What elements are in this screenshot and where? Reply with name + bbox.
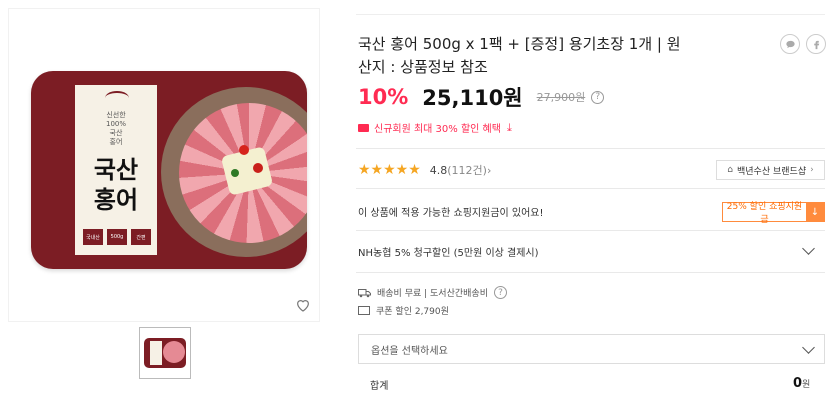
coupon-discount-row: 쿠폰 할인 2,790원 bbox=[358, 304, 449, 317]
chili-image bbox=[253, 163, 263, 173]
pepper-image bbox=[231, 169, 239, 177]
divider bbox=[356, 148, 825, 149]
top-divider bbox=[356, 14, 825, 15]
thumbnail-fish bbox=[163, 341, 185, 363]
help-icon[interactable]: ? bbox=[591, 90, 605, 104]
thumbnail-tray-image bbox=[144, 338, 186, 368]
coupon-text: 신규회원 최대 30% 할인 혜택 bbox=[374, 124, 501, 135]
divider bbox=[356, 230, 825, 231]
star-rating-icon: ★★★★★ bbox=[358, 162, 421, 178]
shopping-support-button[interactable]: 25% 할인 쇼핑지원금 ↓ bbox=[722, 202, 825, 225]
home-icon: ⌂ bbox=[727, 165, 733, 175]
brand-logo-icon bbox=[105, 91, 129, 105]
help-icon[interactable]: ? bbox=[493, 286, 507, 299]
label-small-text: 신선한 100% 국산 홍어 bbox=[105, 111, 126, 146]
rating-score: 4.8 bbox=[429, 163, 448, 177]
coupon-discount-text: 쿠폰 할인 2,790원 bbox=[376, 307, 449, 317]
label-tag: 500g bbox=[107, 229, 127, 245]
shipping-text: 배송비 무료 | 도서산간배송비 bbox=[377, 289, 488, 299]
label-tag: 국내산 bbox=[83, 229, 103, 245]
divider bbox=[356, 272, 825, 273]
thumbnail-label bbox=[150, 341, 162, 365]
tray-label: 신선한 100% 국산 홍어 국산 홍어 국내산 500g 간편 bbox=[75, 85, 157, 255]
speech-bubble-icon[interactable] bbox=[780, 34, 800, 54]
download-icon: ↓ bbox=[806, 203, 824, 221]
product-main-image: 신선한 100% 국산 홍어 국산 홍어 국내산 500g 간편 bbox=[8, 8, 320, 322]
discount-rate: 10% bbox=[358, 85, 409, 109]
product-thumbnail[interactable] bbox=[139, 327, 191, 379]
label-tag: 간편 bbox=[131, 229, 151, 245]
sale-price: 25,110원 bbox=[422, 86, 523, 110]
shopping-support-notice: 이 상품에 적용 가능한 쇼핑지원금이 있어요! bbox=[358, 208, 544, 219]
coupon-icon bbox=[358, 306, 370, 315]
facebook-icon[interactable] bbox=[806, 34, 826, 54]
wishlist-heart-icon[interactable] bbox=[295, 297, 311, 313]
price-row: 10% 25,110원 27,900원 ? bbox=[358, 82, 605, 112]
brand-shop-label: 백년수산 브랜드샵 bbox=[737, 166, 807, 177]
truck-icon bbox=[358, 288, 371, 297]
total-label: 합계 bbox=[370, 381, 389, 392]
shopping-support-label: 25% 할인 쇼핑지원금 bbox=[726, 202, 803, 225]
chevron-down-icon[interactable] bbox=[802, 242, 815, 255]
new-member-coupon-link[interactable]: 신규회원 최대 30% 할인 혜택 ⤓ bbox=[358, 120, 512, 135]
product-title: 국산 홍어 500g x 1팩 + [증정] 용기초장 1개 | 원산지 : 상… bbox=[358, 35, 681, 76]
total-unit: 원 bbox=[802, 380, 811, 390]
product-tray-image: 신선한 100% 국산 홍어 국산 홍어 국내산 500g 간편 bbox=[31, 71, 307, 269]
card-benefit-text: NH농협 5% 청구할인 (5만원 이상 결제시) bbox=[358, 248, 539, 259]
option-placeholder: 옵션을 선택하세요 bbox=[371, 345, 448, 357]
brand-shop-button[interactable]: ⌂ 백년수산 브랜드샵 › bbox=[716, 160, 825, 180]
chevron-right-icon: › bbox=[486, 163, 492, 177]
shipping-row: 배송비 무료 | 도서산간배송비 ? bbox=[358, 286, 507, 299]
total-amount: 0 bbox=[793, 376, 803, 391]
original-price: 27,900원 bbox=[536, 91, 586, 104]
label-title-text: 국산 홍어 bbox=[93, 156, 139, 214]
option-select[interactable]: 옵션을 선택하세요 bbox=[358, 334, 825, 364]
chevron-right-icon: › bbox=[810, 165, 814, 175]
total-value: 0원 bbox=[793, 376, 810, 391]
chili-image bbox=[239, 145, 249, 155]
review-count-link[interactable]: (112건) bbox=[447, 162, 487, 178]
ticket-icon bbox=[358, 123, 369, 132]
divider bbox=[356, 188, 825, 189]
download-icon: ⤓ bbox=[506, 120, 512, 134]
rating-row: ★★★★★ 4.8 (112건) › bbox=[358, 162, 491, 178]
